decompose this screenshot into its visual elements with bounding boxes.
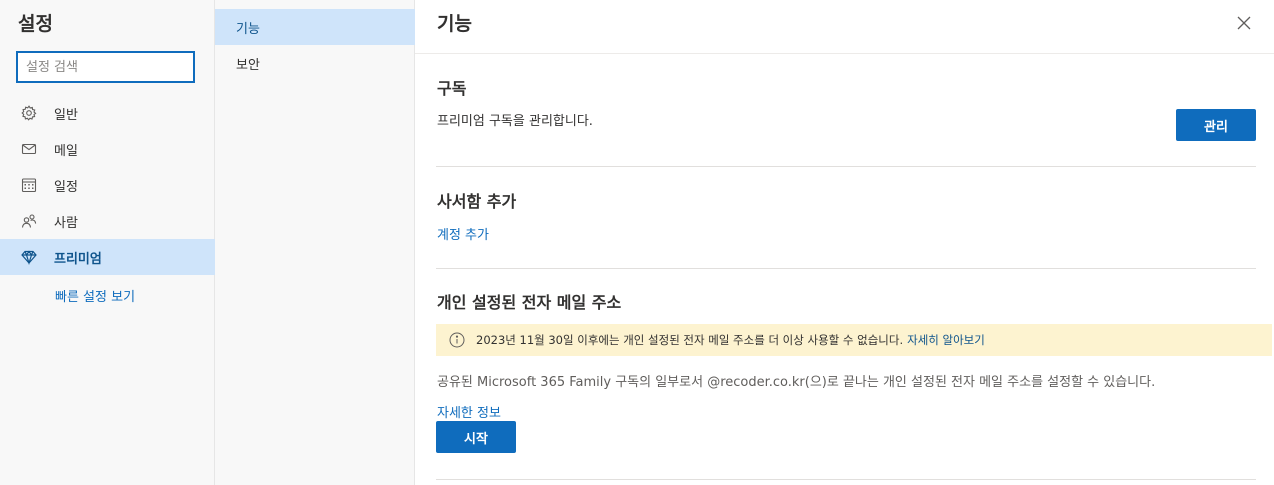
learn-more-link[interactable]: 자세히 알아보기 — [907, 332, 985, 348]
info-icon — [448, 331, 466, 349]
close-icon — [1237, 16, 1251, 30]
nav-item-mail[interactable]: 메일 — [0, 131, 215, 167]
personal-email-description: 공유된 Microsoft 365 Family 구독의 일부로서 @recod… — [437, 375, 1156, 390]
manage-button[interactable]: 관리 — [1176, 109, 1256, 141]
settings-nav: 설정 일반 메일 — [0, 0, 215, 485]
nav-item-premium[interactable]: 프리미엄 — [0, 239, 215, 275]
subscription-description: 프리미엄 구독을 관리합니다. — [437, 114, 593, 129]
start-button[interactable]: 시작 — [436, 421, 516, 453]
settings-title: 설정 — [18, 13, 53, 35]
gear-icon — [20, 104, 38, 122]
mailbox-title: 사서함 추가 — [437, 192, 517, 211]
add-account-link[interactable]: 계정 추가 — [437, 224, 489, 243]
nav-item-label: 일정 — [54, 179, 78, 195]
subnav-item-features[interactable]: 기능 — [215, 9, 415, 45]
page-title: 기능 — [437, 13, 472, 35]
diamond-icon — [20, 248, 38, 266]
section-divider — [436, 268, 1256, 269]
premium-subnav: 기능 보안 — [215, 0, 415, 485]
nav-item-label: 메일 — [54, 143, 78, 159]
calendar-icon — [20, 176, 38, 194]
more-info-link[interactable]: 자세한 정보 — [437, 402, 501, 421]
subnav-item-security[interactable]: 보안 — [215, 45, 415, 81]
nav-item-calendar[interactable]: 일정 — [0, 167, 215, 203]
mail-icon — [20, 140, 38, 158]
nav-item-label: 일반 — [54, 107, 78, 123]
section-divider — [436, 166, 1256, 167]
nav-item-label: 사람 — [54, 215, 78, 231]
settings-search-input[interactable] — [16, 51, 195, 83]
nav-item-people[interactable]: 사람 — [0, 203, 215, 239]
personal-email-title: 개인 설정된 전자 메일 주소 — [437, 293, 622, 312]
notice-text: 2023년 11월 30일 이후에는 개인 설정된 전자 메일 주소를 더 이상… — [476, 333, 904, 347]
nav-item-general[interactable]: 일반 — [0, 95, 215, 131]
section-divider — [436, 479, 1256, 480]
features-panel: 기능 구독 프리미엄 구독을 관리합니다. 관리 사서함 추가 계정 추가 개인… — [415, 0, 1274, 485]
quick-settings-link[interactable]: 빠른 설정 보기 — [55, 286, 135, 305]
header-divider — [415, 53, 1274, 54]
subscription-title: 구독 — [437, 79, 467, 98]
close-button[interactable] — [1233, 12, 1255, 34]
deprecation-notice: 2023년 11월 30일 이후에는 개인 설정된 전자 메일 주소를 더 이상… — [436, 324, 1272, 356]
nav-item-label: 프리미엄 — [54, 251, 102, 267]
people-icon — [20, 212, 38, 230]
